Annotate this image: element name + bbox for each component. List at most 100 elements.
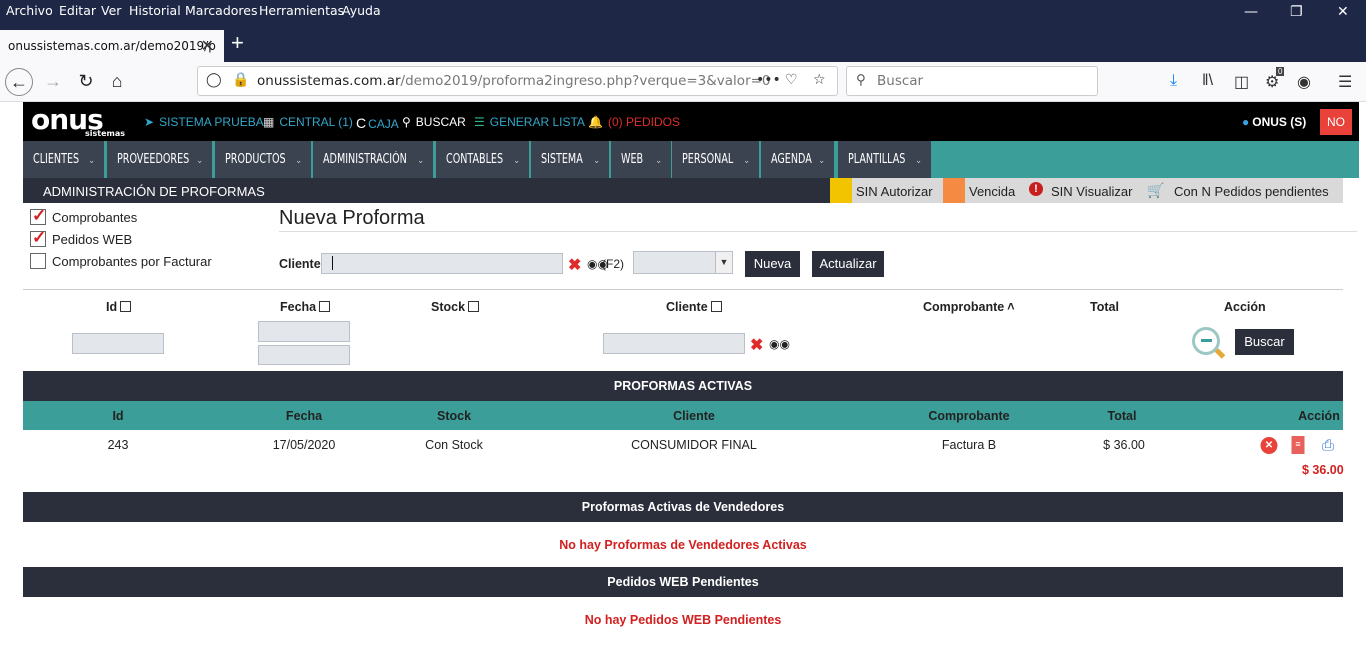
buscar-button[interactable]: Buscar — [1235, 329, 1294, 355]
fecha-desde-input[interactable] — [258, 321, 350, 342]
arrow-circle-icon: ➤ — [144, 115, 155, 129]
clear-filter-icon[interactable]: ✖ — [750, 335, 763, 355]
nueva-button[interactable]: Nueva — [745, 251, 800, 277]
nav-administracion[interactable]: ADMINISTRACIÓN ⌄ — [313, 141, 433, 178]
search-placeholder: Buscar — [877, 73, 924, 89]
label-comprobantes: Comprobantes — [52, 210, 138, 225]
delete-icon[interactable]: ✕ — [1260, 437, 1278, 454]
header-link-central[interactable]: ▦ CENTRAL (1) — [263, 115, 353, 129]
section-title: ADMINISTRACIÓN DE PROFORMAS — [43, 184, 265, 199]
nav-personal[interactable]: PERSONAL ⌄ — [672, 141, 759, 178]
shield-icon[interactable]: ◯ — [206, 72, 222, 88]
chevron-up-icon: ˄ — [1007, 300, 1015, 314]
checkbox-pedidos-web[interactable]: ✓ — [30, 228, 46, 247]
fecha-hasta-input[interactable] — [258, 345, 350, 365]
close-tab-icon[interactable]: ✕ — [201, 36, 214, 55]
home-icon[interactable]: ⌂ — [103, 68, 131, 96]
cliente-filter-input[interactable] — [603, 333, 745, 354]
menu-ayuda[interactable]: Ayuda — [342, 3, 381, 18]
account-icon[interactable]: ◉ — [1297, 72, 1311, 92]
reload-icon[interactable]: ↻ — [72, 68, 100, 96]
browser-toolbar: ← → ↻ ⌂ ◯ 🔒 onussistemas.com.ar/demo2019… — [0, 62, 1366, 102]
header-link-buscar[interactable]: ⚲ BUSCAR — [402, 115, 466, 129]
sidebar-icon[interactable]: ◫ — [1234, 72, 1249, 92]
download-icon[interactable]: ⤓ — [1170, 72, 1177, 90]
restore-icon[interactable]: ❐ — [1290, 4, 1303, 20]
th-fecha: Fecha — [285, 409, 323, 423]
chevron-down-icon: ⌄ — [655, 156, 662, 166]
cell-fecha: 17/05/2020 — [272, 438, 336, 452]
star-icon[interactable]: ☆ — [813, 72, 826, 88]
active-sum: $ 36.00 — [1302, 463, 1344, 477]
building-icon: ▦ — [263, 115, 275, 129]
nav-productos[interactable]: PRODUCTOS ⌄ — [215, 141, 311, 178]
cell-stock: Con Stock — [425, 438, 483, 452]
sort-cliente[interactable]: Cliente — [666, 300, 722, 314]
search-bar[interactable]: ⚲ Buscar — [846, 66, 1098, 96]
minimize-icon[interactable]: — — [1244, 4, 1258, 20]
insecure-lock-icon[interactable]: 🔒 — [232, 72, 249, 88]
cliente-select[interactable]: ▼ — [633, 251, 733, 274]
sort-fecha[interactable]: Fecha — [280, 300, 331, 314]
browser-tab[interactable]: onussistemas.com.ar/demo2019/p ✕ — [0, 30, 224, 62]
header-link-caja[interactable]: C CAJA — [356, 115, 399, 131]
back-icon[interactable]: ← — [5, 68, 33, 96]
th-accion: Acción — [1298, 409, 1340, 423]
clear-cliente-icon[interactable]: ✖ — [568, 255, 581, 275]
close-window-icon[interactable]: ✕ — [1337, 4, 1349, 20]
cell-id: 243 — [107, 438, 129, 452]
sort-id[interactable]: Id — [106, 300, 132, 314]
chevron-down-icon: ⌄ — [593, 156, 600, 166]
checkmark-icon: ✓ — [32, 206, 47, 225]
col-accion: Acción — [1224, 300, 1266, 314]
tab-title: onussistemas.com.ar/demo2019/p — [8, 39, 216, 53]
checkbox-por-facturar[interactable] — [30, 253, 46, 269]
pocket-icon[interactable]: ♡ — [785, 72, 798, 88]
id-filter-input[interactable] — [72, 333, 164, 354]
cliente-input[interactable] — [321, 253, 563, 274]
sort-comprobante[interactable]: Comprobante ˄ — [923, 300, 1015, 314]
nav-clientes[interactable]: CLIENTES ⌄ — [23, 141, 104, 178]
actualizar-button[interactable]: Actualizar — [812, 251, 884, 277]
checkbox-icon — [710, 301, 722, 312]
no-button[interactable]: NO — [1320, 109, 1352, 135]
app-header: onus sistemas ➤ SISTEMA PRUEBA ▦ CENTRAL (… — [23, 102, 1359, 141]
more-actions-icon[interactable]: ••• — [756, 72, 781, 88]
section-subheader: ADMINISTRACIÓN DE PROFORMAS SIN Autoriza… — [23, 178, 1343, 203]
url-bar[interactable]: ◯ 🔒 onussistemas.com.ar/demo2019/proform… — [197, 66, 838, 96]
user-icon: ● — [1242, 115, 1250, 129]
forward-icon[interactable]: → — [39, 68, 67, 96]
binoculars-icon[interactable]: ◉◉ — [769, 337, 790, 351]
menu-herramientas[interactable]: Herramientas — [259, 3, 344, 18]
cart-icon: 🛒 — [1147, 182, 1165, 198]
nav-sistema[interactable]: SISTEMA ⌄ — [531, 141, 609, 178]
label-pedidos-web: Pedidos WEB — [52, 232, 133, 247]
menu-archivo[interactable]: Archivo — [6, 3, 53, 18]
library-icon[interactable]: ‖\ — [1202, 72, 1213, 90]
nav-plantillas[interactable]: PLANTILLAS ⌄ — [838, 141, 931, 178]
header-link-pedidos[interactable]: 🔔 (0) PEDIDOS — [588, 115, 680, 129]
nav-proveedores[interactable]: PROVEEDORES ⌄ — [107, 141, 212, 178]
menu-marcadores[interactable]: Marcadores — [185, 3, 258, 18]
menu-historial[interactable]: Historial — [129, 3, 181, 18]
onus-logo[interactable]: onus sistemas — [31, 103, 125, 138]
header-link-generar-lista[interactable]: ☰ GENERAR LISTA — [474, 115, 585, 129]
chevron-down-icon: ⌄ — [915, 156, 922, 166]
menu-editar[interactable]: Editar — [59, 3, 96, 18]
zoom-out-icon[interactable] — [1192, 327, 1226, 359]
sort-stock[interactable]: Stock — [431, 300, 480, 314]
header-link-sistema[interactable]: ➤ SISTEMA PRUEBA — [144, 115, 264, 129]
table-row[interactable]: 243 17/05/2020 Con Stock CONSUMIDOR FINA… — [23, 430, 1343, 460]
nav-agenda[interactable]: AGENDA ⌄ — [761, 141, 834, 178]
new-tab-icon[interactable]: + — [231, 30, 244, 56]
checkbox-comprobantes[interactable]: ✓ — [30, 206, 47, 225]
nav-web[interactable]: WEB ⌄ — [611, 141, 671, 178]
print-icon[interactable]: ⎙ — [1322, 437, 1334, 454]
checkbox-icon — [468, 301, 480, 312]
menu-ver[interactable]: Ver — [101, 3, 121, 18]
nav-contables[interactable]: CONTABLES ⌄ — [436, 141, 529, 178]
user-menu[interactable]: ● ONUS (S) — [1242, 115, 1306, 129]
hamburger-menu-icon[interactable]: ☰ — [1338, 72, 1352, 92]
list-icon: ☰ — [474, 115, 485, 129]
document-icon[interactable]: ≡ — [1291, 436, 1305, 454]
